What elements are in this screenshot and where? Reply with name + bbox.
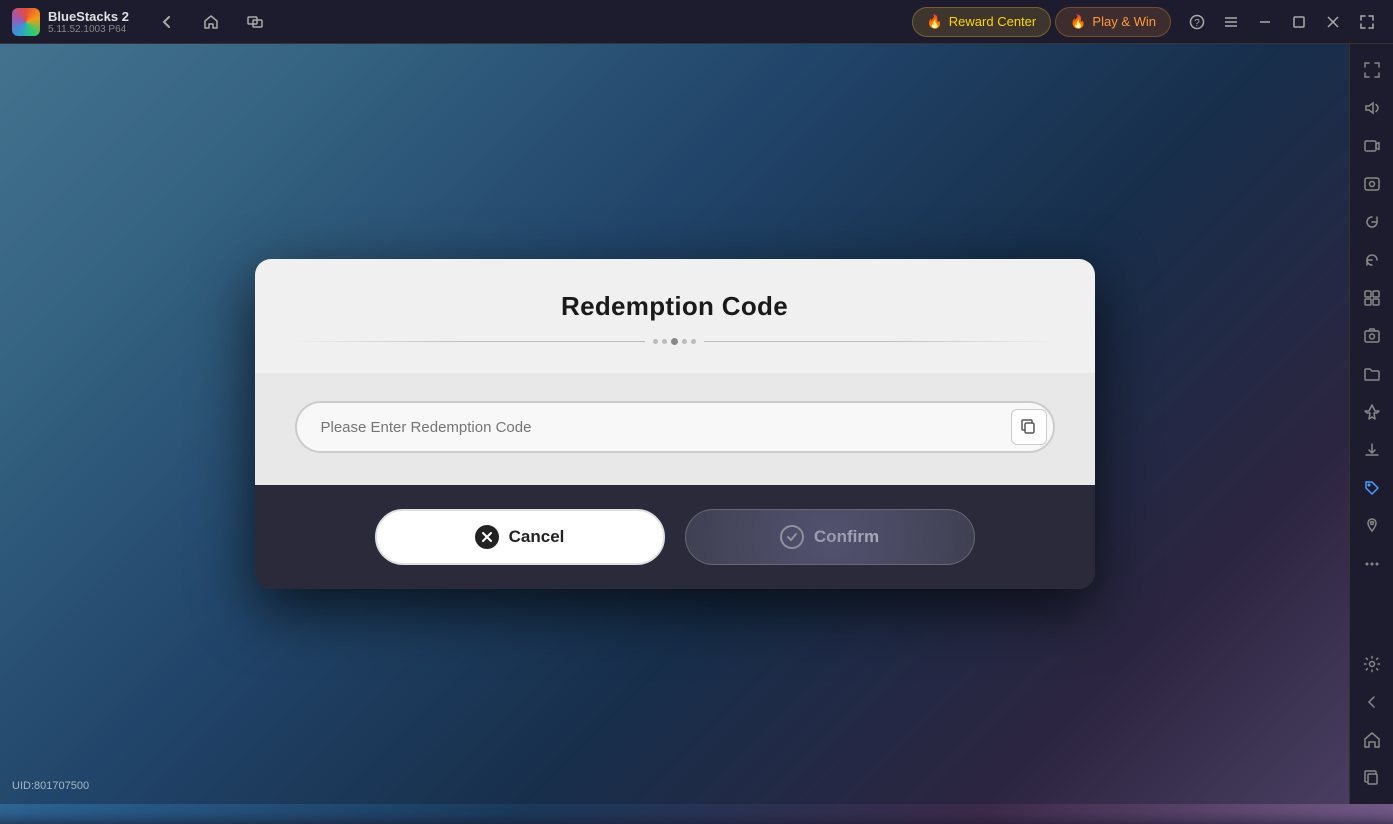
dialog-divider — [295, 338, 1055, 345]
menu-button[interactable] — [1217, 8, 1245, 36]
dialog-title: Redemption Code — [295, 291, 1055, 322]
sidebar-copy-icon[interactable] — [1354, 760, 1390, 796]
sidebar-more-icon[interactable] — [1354, 546, 1390, 582]
divider-dot-2 — [662, 339, 667, 344]
back-button[interactable] — [153, 8, 181, 36]
sidebar-tag-icon[interactable] — [1354, 470, 1390, 506]
redemption-code-input[interactable] — [295, 401, 1055, 453]
topbar-center: 🔥 Reward Center 🔥 Play & Win — [912, 7, 1171, 37]
cancel-button[interactable]: Cancel — [375, 509, 665, 565]
divider-dots — [653, 338, 696, 345]
input-container — [295, 401, 1055, 453]
play-win-label: Play & Win — [1092, 14, 1156, 29]
app-version: 5.11.52.1003 P64 — [48, 24, 129, 35]
sidebar-location-icon[interactable] — [1354, 508, 1390, 544]
redemption-dialog: Redemption Code — [255, 259, 1095, 589]
divider-dot-4 — [691, 339, 696, 344]
dialog-body — [255, 373, 1095, 485]
close-button[interactable] — [1319, 8, 1347, 36]
sidebar-screenshot-icon[interactable] — [1354, 318, 1390, 354]
help-button[interactable]: ? — [1183, 8, 1211, 36]
divider-dot-3 — [682, 339, 687, 344]
restore-button[interactable] — [1285, 8, 1313, 36]
app-logo — [12, 8, 40, 36]
sidebar-settings-icon[interactable] — [1354, 646, 1390, 682]
sidebar-video-icon[interactable] — [1354, 128, 1390, 164]
sidebar-back-icon[interactable] — [1354, 684, 1390, 720]
dialog-footer: Cancel Confirm — [255, 485, 1095, 589]
divider-line-right — [704, 341, 1055, 342]
expand-button[interactable] — [1353, 8, 1381, 36]
divider-line-left — [295, 341, 646, 342]
sidebar-rewind-icon[interactable] — [1354, 204, 1390, 240]
topbar-nav — [137, 8, 285, 36]
right-sidebar — [1349, 44, 1393, 804]
app-name: BlueStacks 2 — [48, 9, 129, 24]
sidebar-apps-icon[interactable] — [1354, 280, 1390, 316]
topbar: BlueStacks 2 5.11.52.1003 P64 — [0, 0, 1393, 44]
app-title: BlueStacks 2 5.11.52.1003 P64 — [48, 9, 129, 35]
sidebar-folder-icon[interactable] — [1354, 356, 1390, 392]
cancel-x-icon — [475, 525, 499, 549]
cancel-label: Cancel — [509, 527, 565, 547]
confirm-label: Confirm — [814, 527, 879, 547]
modal-overlay: Redemption Code — [0, 44, 1349, 804]
reward-center-label: Reward Center — [949, 14, 1036, 29]
divider-dot-1 — [653, 339, 658, 344]
reward-icon: 🔥 — [927, 14, 943, 30]
dialog-header: Redemption Code — [255, 259, 1095, 373]
play-icon: 🔥 — [1070, 14, 1086, 30]
sidebar-home-icon[interactable] — [1354, 722, 1390, 758]
sidebar-airplane-icon[interactable] — [1354, 394, 1390, 430]
reward-center-button[interactable]: 🔥 Reward Center — [912, 7, 1052, 37]
home-button[interactable] — [197, 8, 225, 36]
divider-dot-accent — [671, 338, 678, 345]
sidebar-fullscreen-icon[interactable] — [1354, 52, 1390, 88]
sidebar-download-icon[interactable] — [1354, 432, 1390, 468]
sidebar-record-icon[interactable] — [1354, 166, 1390, 202]
confirm-check-icon — [780, 525, 804, 549]
topbar-left: BlueStacks 2 5.11.52.1003 P64 — [0, 8, 912, 36]
topbar-right: ? — [1171, 8, 1393, 36]
multi-window-button[interactable] — [241, 8, 269, 36]
sidebar-volume-icon[interactable] — [1354, 90, 1390, 126]
sidebar-rotate-icon[interactable] — [1354, 242, 1390, 278]
minimize-button[interactable] — [1251, 8, 1279, 36]
svg-text:?: ? — [1194, 18, 1200, 29]
confirm-button[interactable]: Confirm — [685, 509, 975, 565]
paste-button[interactable] — [1011, 409, 1047, 445]
play-win-button[interactable]: 🔥 Play & Win — [1055, 7, 1171, 37]
